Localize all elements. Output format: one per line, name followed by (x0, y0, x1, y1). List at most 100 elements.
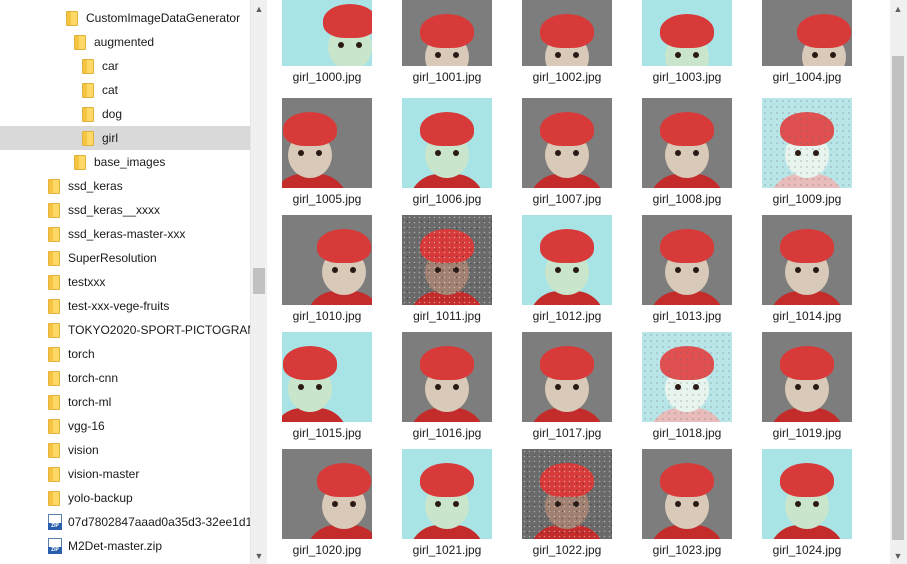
folder-icon (82, 82, 94, 98)
tree-item[interactable]: augmented (0, 30, 250, 54)
file-name: girl_1007.jpg (532, 192, 602, 206)
tree-item[interactable]: torch-ml (0, 390, 250, 414)
thumbnail-image (762, 0, 852, 66)
file-name: girl_1022.jpg (532, 543, 602, 557)
folder-icon (48, 226, 60, 242)
folder-icon (48, 394, 60, 410)
thumbnail-image (762, 449, 852, 539)
thumbnail-image (402, 0, 492, 66)
folder-icon (82, 106, 94, 122)
chevron-down-icon[interactable]: ▼ (251, 547, 267, 564)
thumbnail-image (402, 449, 492, 539)
tree-item[interactable]: SuperResolution (0, 246, 250, 270)
file-item[interactable]: girl_1009.jpg (752, 98, 862, 210)
file-item[interactable]: girl_1019.jpg (752, 332, 862, 444)
file-grid-scroll-thumb[interactable] (892, 56, 904, 540)
file-item[interactable]: girl_1021.jpg (392, 449, 502, 561)
tree-item-label: vision-master (68, 467, 140, 481)
file-name: girl_1018.jpg (652, 426, 722, 440)
navigation-pane: CustomImageDataGenerator augmented car cat d… (0, 0, 250, 564)
tree-item[interactable]: vision-master (0, 462, 250, 486)
tree-item[interactable]: car (0, 54, 250, 78)
thumbnail-image (522, 98, 612, 188)
file-item[interactable]: girl_1010.jpg (272, 215, 382, 327)
file-item[interactable]: girl_1002.jpg (512, 0, 622, 112)
file-item[interactable]: girl_1005.jpg (272, 98, 382, 210)
tree-item[interactable]: dog (0, 102, 250, 126)
tree-item[interactable]: cat (0, 78, 250, 102)
tree-item-label: car (102, 59, 119, 73)
tree-item[interactable]: TOKYO2020-SPORT-PICTOGRAMS (0, 318, 250, 342)
file-item[interactable]: girl_1020.jpg (272, 449, 382, 561)
file-name: girl_1000.jpg (292, 70, 362, 84)
tree-item[interactable]: test-xxx-vege-fruits (0, 294, 250, 318)
file-item[interactable]: girl_1006.jpg (392, 98, 502, 210)
file-name: girl_1021.jpg (412, 543, 482, 557)
tree-item[interactable]: ssd_keras__xxxx (0, 198, 250, 222)
tree-item-label: vision (68, 443, 99, 457)
thumbnail-image (762, 332, 852, 422)
file-item[interactable]: girl_1004.jpg (752, 0, 862, 112)
tree-item[interactable]: ssd_keras (0, 174, 250, 198)
tree-item-label: torch (68, 347, 95, 361)
navigation-scrollbar[interactable]: ▲ ▼ (250, 0, 267, 564)
file-item[interactable]: girl_1001.jpg (392, 0, 502, 112)
file-item[interactable]: girl_1024.jpg (752, 449, 862, 561)
folder-icon (48, 418, 60, 434)
zip-icon: ZIP (48, 514, 62, 530)
file-name: girl_1009.jpg (772, 192, 842, 206)
file-item[interactable]: girl_1013.jpg (632, 215, 742, 327)
folder-icon (48, 370, 60, 386)
file-item[interactable]: girl_1003.jpg (632, 0, 742, 112)
tree-item[interactable]: ssd_keras-master-xxx (0, 222, 250, 246)
tree-item[interactable]: girl (0, 126, 250, 150)
folder-icon (48, 178, 60, 194)
chevron-up-icon[interactable]: ▲ (890, 0, 906, 17)
tree-item[interactable]: ZIP M2Det-master.zip (0, 534, 250, 558)
thumbnail-image (762, 98, 852, 188)
tree-item[interactable]: torch (0, 342, 250, 366)
tree-item[interactable]: ZIP 07d7802847aaad0a35d3-32ee1d19 (0, 510, 250, 534)
file-item[interactable]: girl_1012.jpg (512, 215, 622, 327)
file-item[interactable]: girl_1023.jpg (632, 449, 742, 561)
chevron-up-icon[interactable]: ▲ (251, 0, 267, 17)
file-item[interactable]: girl_1007.jpg (512, 98, 622, 210)
tree-item-label: SuperResolution (68, 251, 157, 265)
tree-item[interactable]: CustomImageDataGenerator (0, 6, 250, 30)
thumbnail-image (282, 215, 372, 305)
tree-item[interactable]: base_images (0, 150, 250, 174)
tree-item[interactable]: vgg-16 (0, 414, 250, 438)
file-item[interactable]: girl_1017.jpg (512, 332, 622, 444)
tree-item-label: testxxx (68, 275, 106, 289)
tree-item[interactable]: yolo-backup (0, 486, 250, 510)
file-item[interactable]: girl_1016.jpg (392, 332, 502, 444)
file-item[interactable]: girl_1015.jpg (272, 332, 382, 444)
file-name: girl_1024.jpg (772, 543, 842, 557)
navigation-scroll-thumb[interactable] (253, 268, 265, 294)
file-name: girl_1019.jpg (772, 426, 842, 440)
tree-item[interactable]: testxxx (0, 270, 250, 294)
file-item[interactable]: girl_1011.jpg (392, 215, 502, 327)
chevron-down-icon[interactable]: ▼ (890, 547, 906, 564)
thumbnail-image (402, 98, 492, 188)
file-item[interactable]: girl_1018.jpg (632, 332, 742, 444)
tree-item-label: base_images (94, 155, 166, 169)
folder-icon (48, 202, 60, 218)
tree-item-label: test-xxx-vege-fruits (68, 299, 170, 313)
file-grid-scrollbar[interactable]: ▲ ▼ (890, 0, 907, 564)
tree-item[interactable]: torch-cnn (0, 366, 250, 390)
file-name: girl_1004.jpg (772, 70, 842, 84)
thumbnail-image (402, 332, 492, 422)
folder-icon (48, 490, 60, 506)
folder-icon (48, 274, 60, 290)
thumbnail-image (282, 98, 372, 188)
thumbnail-image (642, 0, 732, 66)
file-item[interactable]: girl_1000.jpg (272, 0, 382, 112)
folder-icon (48, 346, 60, 362)
file-name: girl_1020.jpg (292, 543, 362, 557)
file-item[interactable]: girl_1008.jpg (632, 98, 742, 210)
file-item[interactable]: girl_1022.jpg (512, 449, 622, 561)
file-item[interactable]: girl_1014.jpg (752, 215, 862, 327)
tree-item[interactable]: vision (0, 438, 250, 462)
folder-icon (82, 58, 94, 74)
